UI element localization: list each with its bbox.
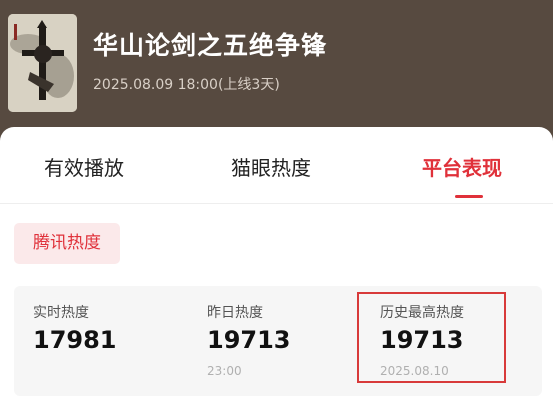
tab-divider [0, 203, 553, 204]
highlight-box [357, 292, 506, 383]
tab-platform-performance[interactable]: 平台表现 [422, 152, 502, 181]
active-tab-indicator [455, 195, 483, 198]
tab-bar: 有效播放 猫眼热度 平台表现 [0, 127, 553, 199]
movie-title: 华山论剑之五绝争锋 [93, 31, 328, 60]
poster-artwork [8, 14, 77, 112]
stat-yesterday-heat: 昨日热度 19713 23:00 [207, 286, 347, 396]
stat-note: 23:00 [207, 364, 242, 378]
stat-label: 昨日热度 [207, 305, 263, 321]
movie-poster[interactable] [8, 14, 77, 112]
platform-chip-tencent[interactable]: 腾讯热度 [14, 223, 120, 264]
stat-label: 实时热度 [33, 305, 89, 321]
stat-realtime-heat: 实时热度 17981 [33, 286, 173, 396]
stat-value: 19713 [207, 326, 291, 354]
movie-header: 华山论剑之五绝争锋 2025.08.09 18:00(上线3天) [0, 0, 553, 135]
tab-effective-plays[interactable]: 有效播放 [44, 152, 124, 181]
release-info: 2025.08.09 18:00(上线3天) [93, 77, 280, 93]
tab-maoyan-heat[interactable]: 猫眼热度 [231, 152, 311, 181]
stat-value: 17981 [33, 326, 117, 354]
